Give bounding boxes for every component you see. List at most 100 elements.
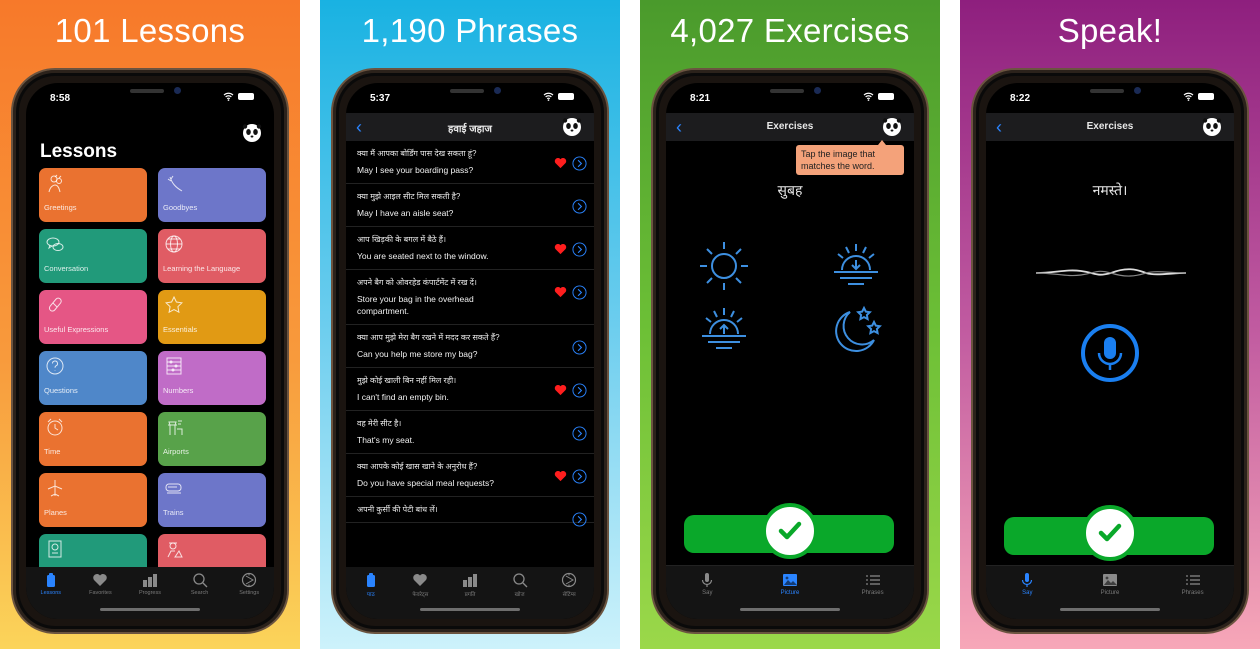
- tab-label: Phrases: [1181, 590, 1204, 596]
- tab-label: Search: [190, 590, 209, 596]
- chevron-right-circle-icon[interactable]: [572, 340, 587, 355]
- lesson-card[interactable]: Numbers: [158, 351, 266, 405]
- panel-exercises: 4,027 Exercises 8:21 ‹ Exercises Tap the…: [640, 0, 940, 649]
- tab-item[interactable]: Search: [176, 572, 224, 619]
- phrase-row[interactable]: मुझे कोई खाली बिन नहीं मिल रही। I can't …: [346, 368, 594, 411]
- phrase-row[interactable]: अपनी कुर्सी की पेटी बांध लें।: [346, 497, 594, 527]
- lesson-card[interactable]: Essentials: [158, 290, 266, 344]
- status-time: 8:21: [690, 93, 711, 104]
- tab-label: खोज: [514, 592, 525, 598]
- question-icon: [46, 357, 64, 375]
- heart-icon[interactable]: [554, 157, 567, 169]
- tab-item[interactable]: Settings: [225, 572, 273, 619]
- tab-item[interactable]: Say: [683, 572, 731, 619]
- lesson-card[interactable]: Time: [39, 412, 147, 466]
- control-tower-icon: [168, 420, 183, 435]
- star-icon: [165, 295, 183, 314]
- headline: 1,190 Phrases: [361, 12, 579, 49]
- lesson-card[interactable]: Learning the Language: [158, 229, 266, 283]
- status-time: 5:37: [370, 93, 391, 104]
- panda-avatar-icon[interactable]: [1202, 117, 1222, 137]
- chevron-right-circle-icon[interactable]: [572, 426, 587, 441]
- status-time: 8:58: [50, 93, 71, 104]
- lesson-card[interactable]: Planes: [39, 473, 147, 527]
- tab-item[interactable]: फेवरेट्स: [396, 572, 444, 619]
- chevron-right-circle-icon[interactable]: [572, 242, 587, 257]
- phrase-row[interactable]: क्या आप मुझे मेरा बैग रखने में मदद कर सक…: [346, 325, 594, 368]
- lesson-card[interactable]: Useful Expressions: [39, 290, 147, 344]
- phone-frame: 5:37 ‹ हवाई जहाज क्या मैं आपका बोर्डिंग …: [331, 68, 609, 634]
- tab-item[interactable]: Phrases: [1169, 572, 1217, 619]
- lesson-card[interactable]: Greetings: [39, 168, 147, 222]
- sun-icon[interactable]: [694, 236, 754, 296]
- phrase-list: क्या मैं आपका बोर्डिंग पास देख सकता हूं?…: [346, 141, 594, 527]
- chevron-right-circle-icon[interactable]: [572, 156, 587, 171]
- phrase-row[interactable]: क्या मुझे आइल सीट मिल सकती है? May I hav…: [346, 184, 594, 227]
- bandage-icon: [48, 297, 62, 312]
- lesson-card-label: Greetings: [44, 203, 77, 212]
- tab-item[interactable]: Say: [1003, 572, 1051, 619]
- lesson-card[interactable]: Questions: [39, 351, 147, 405]
- lesson-card[interactable]: Trains: [158, 473, 266, 527]
- phrase-english: May I have an aisle seat?: [357, 208, 454, 218]
- tab-item[interactable]: Progress: [126, 572, 174, 619]
- tab-item[interactable]: Lessons: [27, 572, 75, 619]
- microphone-button[interactable]: [1080, 323, 1140, 383]
- wifi-icon: [223, 92, 234, 101]
- phrase-hindi: क्या आप मुझे मेरा बैग रखने में मदद कर सक…: [357, 333, 500, 342]
- tab-item[interactable]: Phrases: [849, 572, 897, 619]
- notch: [88, 83, 212, 105]
- sunrise-icon[interactable]: [694, 300, 754, 360]
- picture-icon: [782, 574, 797, 586]
- tab-item[interactable]: Favorites: [76, 572, 124, 619]
- phrase-row[interactable]: क्या मैं आपका बोर्डिंग पास देख सकता हूं?…: [346, 141, 594, 184]
- check-button[interactable]: [762, 503, 818, 559]
- home-indicator: [740, 608, 840, 611]
- heart-icon[interactable]: [554, 243, 567, 255]
- chevron-right-circle-icon[interactable]: [572, 383, 587, 398]
- tab-label: Say: [702, 590, 713, 596]
- checkmark-icon: [1098, 523, 1122, 542]
- tab-item[interactable]: प्रगति: [446, 572, 494, 619]
- phrase-english: Can you help me store my bag?: [357, 349, 478, 359]
- chevron-right-circle-icon[interactable]: [572, 285, 587, 300]
- check-button[interactable]: [1082, 505, 1138, 561]
- phrase-row[interactable]: आप खिड़की के बगल में बैठे हैं। You are s…: [346, 227, 594, 270]
- panda-avatar-icon[interactable]: [242, 123, 262, 143]
- tab-label: Settings: [239, 590, 260, 596]
- heart-icon[interactable]: [554, 384, 567, 396]
- battery-icon: [558, 93, 574, 100]
- tab-item[interactable]: Picture: [766, 572, 814, 619]
- panda-avatar-icon[interactable]: [882, 117, 902, 137]
- moon-stars-icon[interactable]: [826, 300, 886, 360]
- lesson-card[interactable]: Airports: [158, 412, 266, 466]
- train-icon: [165, 483, 182, 494]
- battery-icon: [238, 93, 254, 100]
- picture-choices: [666, 228, 914, 358]
- phrase-row[interactable]: अपने बैग को ओवरहेड कंपार्टमेंट में रख दे…: [346, 270, 594, 325]
- phrase-row[interactable]: वह मेरी सीट है। That's my seat.: [346, 411, 594, 454]
- tab-label: Progress: [138, 590, 161, 596]
- chevron-right-circle-icon[interactable]: [572, 199, 587, 214]
- tab-item[interactable]: Picture: [1086, 572, 1134, 619]
- lesson-card-label: Time: [44, 447, 61, 456]
- chevron-right-circle-icon[interactable]: [572, 469, 587, 484]
- lesson-card-label: Learning the Language: [163, 264, 241, 273]
- panda-avatar-icon[interactable]: [562, 117, 582, 137]
- bar-chart-icon: [142, 574, 157, 587]
- sunset-icon[interactable]: [826, 236, 886, 296]
- home-indicator: [1060, 608, 1160, 611]
- lesson-card-label: Planes: [44, 508, 67, 517]
- lesson-card[interactable]: Goodbyes: [158, 168, 266, 222]
- heart-icon[interactable]: [554, 286, 567, 298]
- heart-icon[interactable]: [554, 470, 567, 482]
- tab-item[interactable]: सेटिंग्स: [545, 572, 593, 619]
- phrase-row[interactable]: क्या आपके कोई खास खाने के अनुरोध हैं? Do…: [346, 454, 594, 497]
- tab-item[interactable]: खोज: [496, 572, 544, 619]
- officer-icon: [167, 542, 183, 558]
- chevron-right-circle-icon[interactable]: [572, 512, 587, 527]
- tab-item[interactable]: पाठ: [347, 572, 395, 619]
- lesson-card[interactable]: Conversation: [39, 229, 147, 283]
- target-word: सुबह: [777, 182, 803, 198]
- people-wave-icon: [48, 174, 62, 193]
